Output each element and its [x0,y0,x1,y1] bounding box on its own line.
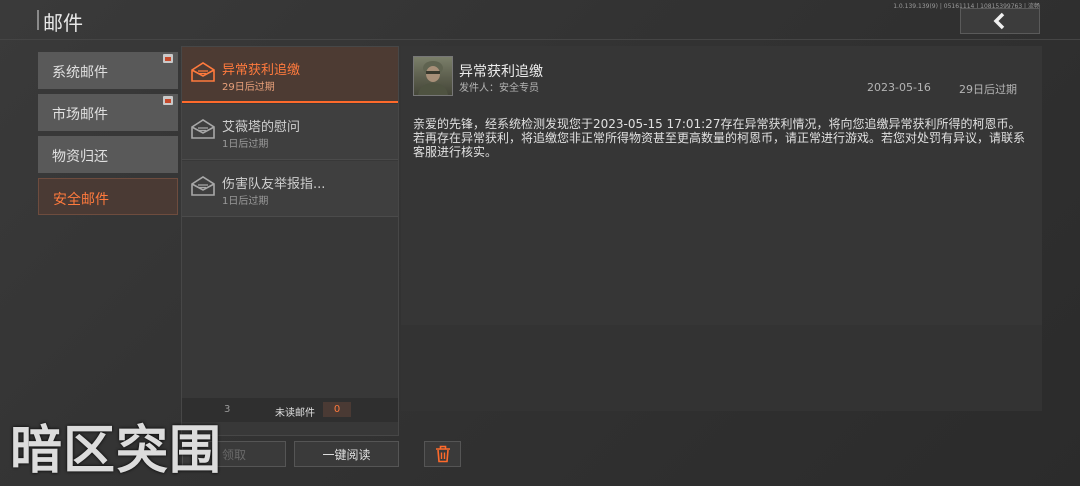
total-mail-count: 3 [224,404,231,415]
category-label: 安全邮件 [53,192,109,208]
claim-all-label: 领取 [221,447,246,462]
mail-attachment-area [401,325,1042,411]
mail-item-title: 艾薇塔的慰问 [222,120,301,135]
mail-date: 2023-05-16 [867,81,931,94]
mail-item-title: 异常获利追缴 [222,63,301,78]
category-system-mail[interactable]: 系统邮件 [38,52,178,89]
envelope-open-icon [191,176,215,196]
envelope-open-icon [191,62,215,82]
mail-item[interactable]: 伤害队友举报指... 1日后过期 [182,161,398,217]
trash-icon [435,445,450,463]
title-accent-bar [37,10,39,30]
mail-item-expiry: 1日后过期 [222,196,269,207]
mail-expiry: 29日后过期 [959,83,1017,96]
game-logo: 暗区突围 [10,421,223,481]
mail-body: 亲爱的先锋，经系统检测发现您于2023-05-15 17:01:27存在异常获利… [413,117,1026,159]
mail-item-expiry: 29日后过期 [222,82,275,93]
page-title: 邮件 [43,11,83,35]
gift-icon [163,54,173,63]
mail-item-expiry: 1日后过期 [222,139,269,150]
sender-avatar [413,56,453,96]
delete-button[interactable] [424,441,461,467]
read-all-button[interactable]: 一键阅读 [294,441,399,467]
category-label: 市场邮件 [52,107,108,123]
read-all-label: 一键阅读 [322,447,371,462]
gift-icon [163,96,173,105]
unread-mail-label: 未读邮件 [275,408,315,419]
mail-item[interactable]: 异常获利追缴 29日后过期 [182,47,398,103]
envelope-open-icon [191,119,215,139]
unread-mail-count: 0 [323,402,351,417]
chevron-left-icon [993,12,1005,30]
category-item-return[interactable]: 物资归还 [38,136,178,173]
category-label: 物资归还 [52,149,108,165]
back-button[interactable] [960,8,1040,34]
mail-detail-title: 异常获利追缴 [459,64,543,80]
soldier-portrait-icon [418,61,448,95]
mail-sender: 发件人：安全专员 [459,83,539,94]
mail-item-title: 伤害队友举报指... [222,177,326,192]
mail-item[interactable]: 艾薇塔的慰问 1日后过期 [182,104,398,160]
category-market-mail[interactable]: 市场邮件 [38,94,178,131]
category-label: 系统邮件 [52,65,108,81]
category-security-mail[interactable]: 安全邮件 [38,178,178,215]
